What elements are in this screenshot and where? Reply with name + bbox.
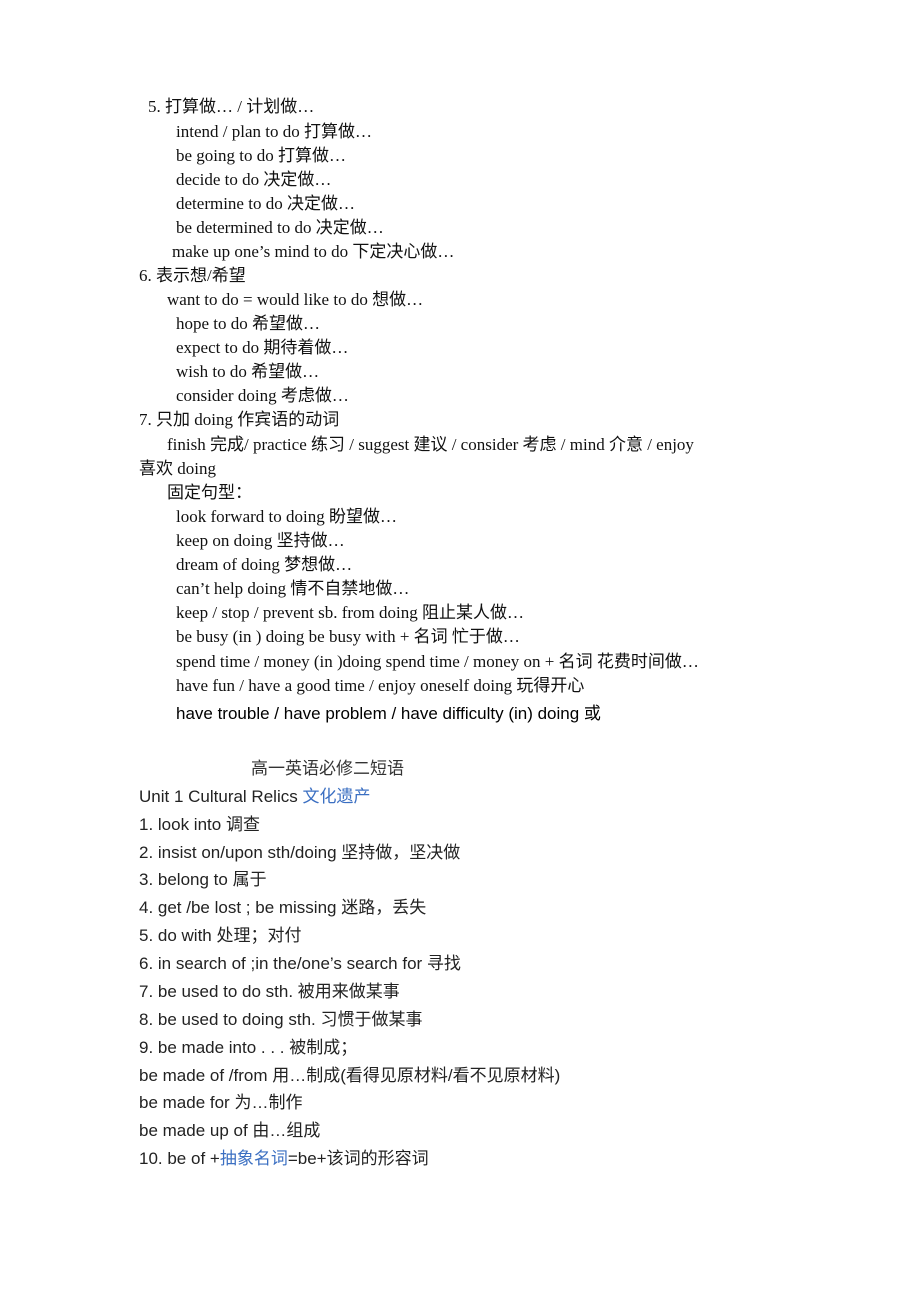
phrase-line: wish to do 希望做… [176, 362, 320, 381]
phrase-line: be made for 为…制作 [139, 1093, 303, 1112]
phrase-line: intend / plan to do 打算做… [176, 122, 372, 141]
phrase-line: 3. belong to 属于 [139, 870, 267, 889]
part-title: 高一英语必修二短语 [251, 759, 404, 778]
phrase-line: 4. get /be lost ; be missing 迷路，丢失 [139, 898, 427, 917]
phrase-line: be determined to do 决定做… [176, 218, 384, 237]
phrase-line: determine to do 决定做… [176, 194, 355, 213]
phrase-line: be busy (in ) doing be busy with + 名词 忙于… [176, 627, 520, 646]
phrase-line: 6. in search of ;in the/one’s search for… [139, 954, 461, 973]
unit-cn-label: 文化遗产 [302, 787, 371, 806]
phrase-line: 2. insist on/upon sth/doing 坚持做，坚决做 [139, 843, 461, 862]
phrase-line: make up one’s mind to do 下定决心做… [172, 242, 455, 261]
phrase-line: 9. be made into . . . 被制成； [139, 1038, 358, 1057]
phrase-line: want to do = would like to do 想做… [167, 290, 424, 309]
phrase-line-10: 10. be of +抽象名词=be+该词的形容词 [139, 1148, 429, 1170]
phrase-line: consider doing 考虑做… [176, 386, 349, 405]
phrase-line: hope to do 希望做… [176, 314, 321, 333]
section-5-heading: 5. 打算做… / 计划做… [148, 97, 315, 116]
phrase-line: 7. be used to do sth. 被用来做某事 [139, 982, 400, 1001]
phrase-line: expect to do 期待着做… [176, 338, 349, 357]
phrase-line: be made of /from 用…制成(看得见原材料/看不见原材料) [139, 1066, 561, 1085]
item10-highlight: 抽象名词 [219, 1149, 288, 1168]
phrase-line: can’t help doing 情不自禁地做… [176, 579, 410, 598]
item10-prefix: 10. be of + [139, 1149, 220, 1168]
phrase-line: dream of doing 梦想做… [176, 555, 353, 574]
verbs-list-line: 喜欢 doing [139, 459, 216, 478]
phrase-line: 8. be used to doing sth. 习惯于做某事 [139, 1010, 423, 1029]
phrase-line: look forward to doing 盼望做… [176, 507, 397, 526]
phrase-line: decide to do 决定做… [176, 170, 332, 189]
section-7-heading: 7. 只加 doing 作宾语的动词 [139, 410, 340, 429]
phrase-line: keep on doing 坚持做… [176, 531, 345, 550]
phrase-line: 1. look into 调查 [139, 815, 260, 834]
phrase-line: 5. do with 处理；对付 [139, 926, 302, 945]
fixed-patterns-label: 固定句型： [167, 483, 252, 502]
item10-suffix: =be+该词的形容词 [287, 1149, 429, 1168]
phrase-line: have trouble / have problem / have diffi… [176, 704, 601, 723]
phrase-line: be made up of 由…组成 [139, 1121, 321, 1140]
phrase-line: keep / stop / prevent sb. from doing 阻止某… [176, 603, 524, 622]
unit-label: Unit 1 Cultural Relics [139, 787, 303, 806]
verbs-list-line: finish 完成/ practice 练习 / suggest 建议 / co… [167, 435, 694, 454]
phrase-line: spend time / money (in )doing spend time… [176, 652, 699, 671]
unit-heading: Unit 1 Cultural Relics 文化遗产 [139, 786, 370, 808]
section-6-heading: 6. 表示想/希望 [139, 266, 246, 285]
phrase-line: have fun / have a good time / enjoy ones… [176, 676, 585, 695]
phrase-line: be going to do 打算做… [176, 146, 346, 165]
